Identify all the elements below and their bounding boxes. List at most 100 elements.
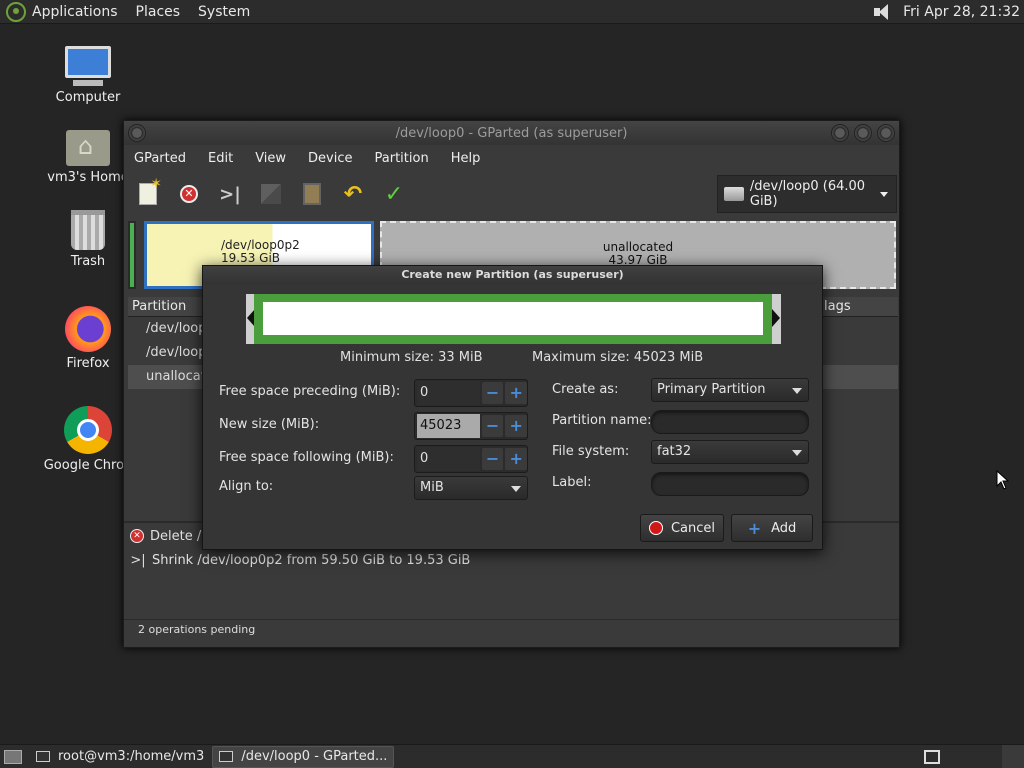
device-selector[interactable]: /dev/loop0 (64.00 GiB) (717, 175, 897, 213)
increment-button[interactable]: + (505, 415, 527, 437)
diskmap-partition-small[interactable] (128, 221, 136, 289)
menu-gparted[interactable]: GParted (134, 151, 186, 166)
column-partition[interactable]: Partition (132, 299, 186, 314)
apply-check-icon: ✓ (384, 181, 404, 207)
column-flags[interactable]: lags (824, 297, 851, 317)
add-button-label: Add (771, 520, 797, 536)
operation-text: Delete /c (150, 528, 209, 544)
create-as-select[interactable]: Primary Partition (651, 378, 809, 402)
window-menu-icon[interactable] (128, 124, 146, 142)
menu-places[interactable]: Places (136, 4, 181, 20)
resizer-partition-fill (263, 302, 763, 335)
desktop-icon-label: Computer (55, 90, 121, 105)
file-system-value: fat32 (657, 444, 692, 459)
taskbar-item-label: root@vm3:/home/vm3 (58, 749, 205, 764)
close-icon[interactable] (877, 124, 895, 142)
undo-button[interactable]: ↶ (341, 182, 365, 207)
resize-handle-right-icon[interactable] (772, 309, 780, 327)
free-following-input[interactable]: 0 (417, 447, 480, 471)
top-panel: Applications Places System Fri Apr 28, 2… (0, 0, 1024, 24)
menu-view[interactable]: View (255, 151, 286, 166)
free-following-spinner[interactable]: 0 − + (414, 445, 528, 473)
workspace-switcher-icon[interactable] (924, 750, 940, 764)
operation-item[interactable]: >| Shrink /dev/loop0p2 from 59.50 GiB to… (130, 549, 470, 571)
copy-button[interactable] (259, 182, 283, 206)
partition-name-input[interactable] (651, 410, 809, 434)
add-button[interactable]: + Add (731, 514, 813, 542)
free-following-label: Free space following (MiB): (219, 450, 394, 465)
show-desktop-icon[interactable] (4, 749, 22, 764)
distro-logo-icon[interactable] (6, 1, 26, 22)
menu-system[interactable]: System (198, 4, 250, 20)
paste-button[interactable] (300, 182, 324, 206)
desktop-icon-chrome[interactable]: Google Chron (40, 406, 136, 473)
resize-icon: >| (130, 552, 146, 568)
chrome-icon (40, 406, 136, 454)
add-icon: + (747, 518, 762, 538)
new-size-label: New size (MiB): (219, 417, 320, 432)
file-system-select[interactable]: fat32 (651, 440, 809, 464)
menu-edit[interactable]: Edit (208, 151, 233, 166)
menu-help[interactable]: Help (451, 151, 481, 166)
dialog-title[interactable]: Create new Partition (as superuser) (203, 266, 822, 284)
status-bar: 2 operations pending (124, 619, 899, 647)
label-field-label: Label: (552, 475, 592, 490)
delete-icon: ✕ (180, 185, 198, 203)
size-resizer[interactable] (246, 294, 781, 344)
maximum-size-text: Maximum size: 45023 MiB (532, 350, 704, 365)
window-titlebar[interactable]: /dev/loop0 - GParted (as superuser) (124, 121, 899, 145)
increment-button[interactable]: + (505, 448, 527, 470)
chevron-down-icon (792, 388, 802, 394)
minimize-icon[interactable] (831, 124, 849, 142)
bottom-panel: root@vm3:/home/vm3 /dev/loop0 - GParted.… (0, 744, 1024, 768)
create-as-value: Primary Partition (657, 382, 766, 397)
delete-partition-button[interactable]: ✕ (177, 182, 201, 206)
file-system-label: File system: (552, 444, 630, 459)
cancel-button[interactable]: Cancel (640, 514, 724, 542)
desktop-icon-computer[interactable]: Computer (40, 46, 136, 105)
partition-name-label: Partition name: (552, 413, 652, 428)
align-to-label: Align to: (219, 479, 274, 494)
free-preceding-spinner[interactable]: 0 − + (414, 379, 528, 407)
apply-button[interactable]: ✓ (382, 181, 406, 207)
desktop-icon-trash[interactable]: Trash (40, 210, 136, 269)
taskbar-item-terminal[interactable]: root@vm3:/home/vm3 (30, 746, 210, 768)
trash-applet-icon[interactable] (1002, 745, 1024, 768)
copy-icon (261, 184, 281, 204)
chevron-down-icon (511, 486, 521, 492)
clock[interactable]: Fri Apr 28, 21:32 (903, 4, 1020, 20)
desktop-icon-firefox[interactable]: Firefox (40, 306, 136, 371)
new-size-spinner[interactable]: 45023 − + (414, 412, 528, 440)
decrement-button[interactable]: − (481, 415, 504, 437)
operation-item[interactable]: ✕ Delete /c (130, 525, 208, 547)
resize-move-button[interactable]: >| (218, 182, 242, 206)
taskbar-item-gparted[interactable]: /dev/loop0 - GParted... (212, 745, 395, 768)
label-input[interactable] (651, 472, 809, 496)
computer-icon (40, 46, 136, 86)
decrement-button[interactable]: − (481, 448, 504, 470)
diskmap-partition-size: 19.53 GiB (221, 251, 281, 265)
menu-partition[interactable]: Partition (375, 151, 429, 166)
create-partition-dialog: Create new Partition (as superuser) Mini… (202, 265, 823, 550)
maximize-icon[interactable] (854, 124, 872, 142)
volume-icon[interactable] (871, 2, 893, 22)
new-size-input[interactable]: 45023 (417, 414, 480, 438)
resize-icon: >| (219, 183, 241, 205)
taskbar-item-label: /dev/loop0 - GParted... (241, 749, 388, 764)
new-partition-button[interactable] (136, 176, 162, 206)
firefox-icon (40, 306, 136, 352)
disk-icon (724, 187, 744, 201)
gparted-icon (219, 751, 234, 762)
terminal-icon (36, 751, 50, 762)
desktop-icon-label: Firefox (66, 356, 110, 371)
menu-applications[interactable]: Applications (32, 4, 118, 20)
free-preceding-input[interactable]: 0 (417, 381, 480, 405)
desktop-icon-home[interactable]: vm3's Home (40, 130, 136, 185)
decrement-button[interactable]: − (481, 382, 504, 404)
chevron-down-icon (792, 450, 802, 456)
increment-button[interactable]: + (505, 382, 527, 404)
home-folder-icon (40, 130, 136, 166)
desktop-icon-label: Trash (70, 254, 106, 269)
menu-device[interactable]: Device (308, 151, 352, 166)
align-to-select[interactable]: MiB (414, 476, 528, 500)
